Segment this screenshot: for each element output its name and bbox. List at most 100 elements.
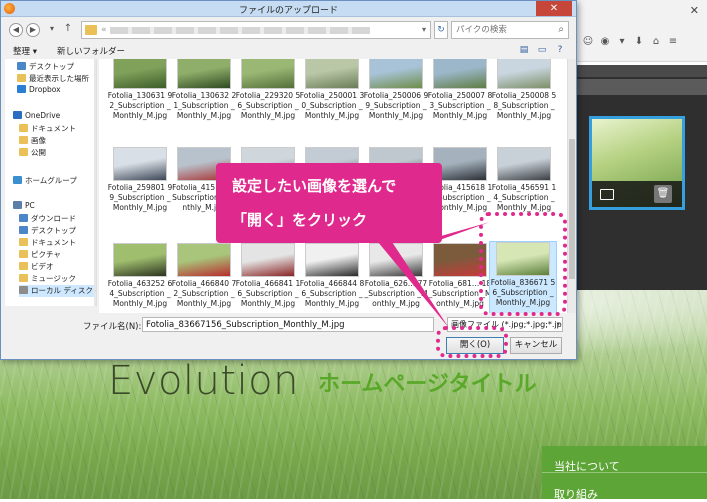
back-arrow-icon[interactable]: ◀ xyxy=(9,23,23,37)
nav-divider xyxy=(542,472,707,473)
file-thumbnail xyxy=(241,243,295,277)
file-item[interactable]: Fotolia_250007 83_Subscription _Monthly_… xyxy=(427,59,492,145)
file-item[interactable]: Fotolia_250008 58_Subscription _Monthly_… xyxy=(491,59,556,145)
scrollbar-thumb[interactable] xyxy=(569,139,575,279)
nav-item[interactable]: ローカル ディスク (C xyxy=(19,285,97,297)
file-item[interactable]: Fotolia_130631 92_Subscription _Monthly_… xyxy=(107,59,172,145)
highlight-selected-file xyxy=(479,212,567,316)
editor-panel-header xyxy=(575,65,707,77)
lock-icon[interactable]: ◉ xyxy=(599,36,611,48)
address-row: ◀ ▶ ▾ ↑ « ▾ ↻ ⌕ xyxy=(1,18,576,42)
menu-icon[interactable]: ≡ xyxy=(667,36,679,48)
file-item[interactable]: Fotolia_250001 30_Subscription _Monthly_… xyxy=(299,59,364,145)
folder-icon xyxy=(19,286,28,294)
nav-item-label: ビデオ xyxy=(31,262,54,271)
address-bar[interactable]: « ▾ xyxy=(81,21,431,39)
browser-close-icon[interactable]: ✕ xyxy=(690,4,699,17)
nav-item[interactable]: Dropbox xyxy=(17,85,94,97)
nav-item-label: ホームグループ xyxy=(25,176,77,185)
nav-item[interactable]: 公開 xyxy=(19,147,94,159)
nav-item-label: ダウンロード xyxy=(31,214,76,223)
preview-actions: 🗑 xyxy=(592,181,682,207)
pocket-icon[interactable]: ▾ xyxy=(616,36,628,48)
nav-item[interactable]: PC xyxy=(13,201,94,213)
up-arrow-icon[interactable]: ↑ xyxy=(61,23,75,37)
folder-icon xyxy=(19,274,28,282)
browser-toolbar: ✕ xyxy=(575,0,707,62)
file-item[interactable]: Fotolia_229320 56_Subscription _Monthly_… xyxy=(235,59,300,145)
highlight-open-button xyxy=(436,326,508,358)
account-icon[interactable]: ☺ xyxy=(582,36,594,48)
nav-item[interactable]: ダウンロード xyxy=(19,213,94,225)
callout-line-1: 設定したい画像を選んで xyxy=(232,177,397,195)
filename-input[interactable] xyxy=(142,317,434,332)
chevron-down-icon[interactable]: ▾ xyxy=(556,318,560,331)
new-folder-button[interactable]: 新しいフォルダー xyxy=(57,45,125,57)
trash-icon[interactable]: 🗑 xyxy=(654,185,672,203)
cancel-button[interactable]: キャンセル xyxy=(510,337,562,354)
nav-item-label: ピクチャ xyxy=(31,250,61,259)
nav-item-label: ローカル ディスク (C xyxy=(31,286,97,295)
nav-item[interactable]: 最近表示した場所 xyxy=(17,73,94,85)
instruction-callout: 設定したい画像を選んで 「開く」をクリック xyxy=(216,163,442,243)
nav-item[interactable]: ビデオ xyxy=(19,261,94,273)
folder-icon xyxy=(17,74,26,82)
file-item[interactable]: Fotolia_250006 99_Subscription _Monthly_… xyxy=(363,59,428,145)
nav-item[interactable]: OneDrive xyxy=(13,111,94,123)
nav-item[interactable]: ドキュメント xyxy=(19,237,94,249)
file-name: Fotolia_130632 21_Subscription _Monthly_… xyxy=(171,91,237,120)
file-item[interactable]: Fotolia_130632 21_Subscription _Monthly_… xyxy=(171,59,236,145)
preview-pane-icon[interactable]: ▭ xyxy=(536,44,548,56)
file-item[interactable]: Fotolia_626… 77_Subscription _Monthly_M.… xyxy=(363,243,427,313)
nav-item[interactable]: 画像 xyxy=(19,135,94,147)
address-prefix: « xyxy=(101,25,107,35)
home-icon[interactable]: ⌂ xyxy=(650,36,662,48)
nav-item-label: 公開 xyxy=(31,148,46,157)
download-icon[interactable]: ⬇ xyxy=(633,36,645,48)
nav-item[interactable]: デスクトップ xyxy=(17,61,94,73)
search-box: ⌕ xyxy=(451,21,569,39)
file-item[interactable]: Fotolia_466841 16_Subscription _Monthly_… xyxy=(235,243,300,313)
dialog-close-button[interactable]: ✕ xyxy=(536,1,572,16)
nav-item-label: Dropbox xyxy=(29,85,61,94)
folder-icon xyxy=(13,176,22,184)
help-icon[interactable]: ? xyxy=(554,44,566,56)
file-item[interactable]: Fotolia_466840 72_Subscription _Monthly_… xyxy=(171,243,236,313)
chevron-down-icon[interactable]: ▾ xyxy=(422,25,426,34)
view-mode-icon[interactable]: ▤ xyxy=(518,44,530,56)
nav-item[interactable]: ミュージック xyxy=(19,273,94,285)
file-name: Fotolia_259801 99_Subscription _Monthly_… xyxy=(107,183,173,212)
file-thumbnail xyxy=(241,59,295,89)
search-icon[interactable]: ⌕ xyxy=(558,24,564,35)
file-list-scrollbar[interactable] xyxy=(567,59,576,313)
organize-button[interactable]: 整理 ▾ xyxy=(13,45,37,57)
file-name: Fotolia_250001 30_Subscription _Monthly_… xyxy=(299,91,365,120)
file-thumbnail xyxy=(433,59,487,89)
file-thumbnail xyxy=(305,59,359,89)
file-name: Fotolia_466840 72_Subscription _Monthly_… xyxy=(171,279,237,308)
refresh-icon[interactable]: ↻ xyxy=(434,21,448,39)
file-item[interactable]: Fotolia_259801 99_Subscription _Monthly_… xyxy=(107,147,172,237)
file-name: Fotolia_456591 14_Subscription _Monthly_… xyxy=(491,183,557,212)
recent-chevron-icon[interactable]: ▾ xyxy=(45,23,59,37)
file-name: Fotolia_463252 64_Subscription _Monthly_… xyxy=(107,279,173,308)
navigation-scrollbar[interactable] xyxy=(94,59,96,306)
folder-icon xyxy=(13,201,22,209)
file-name: Fotolia_466844 86_Subscription _Monthly_… xyxy=(299,279,365,308)
nav-item[interactable]: ホームグループ xyxy=(13,175,94,187)
image-icon[interactable] xyxy=(600,189,614,200)
image-preview[interactable]: 🗑 xyxy=(589,116,685,210)
file-thumbnail xyxy=(113,59,167,89)
nav-item[interactable]: ピクチャ xyxy=(19,249,94,261)
file-item[interactable]: Fotolia_466844 86_Subscription _Monthly_… xyxy=(299,243,364,313)
file-thumbnail xyxy=(177,243,231,277)
nav-item-initiatives[interactable]: 取り組み xyxy=(554,486,598,502)
nav-item[interactable]: ドキュメント xyxy=(19,123,94,135)
file-name: Fotolia_250007 83_Subscription _Monthly_… xyxy=(427,91,493,120)
search-input[interactable] xyxy=(456,24,552,36)
forward-arrow-icon[interactable]: ▶ xyxy=(26,23,40,37)
nav-item[interactable]: デスクトップ xyxy=(19,225,94,237)
folder-icon xyxy=(17,85,26,93)
folder-icon xyxy=(19,238,28,246)
file-item[interactable]: Fotolia_463252 64_Subscription _Monthly_… xyxy=(107,243,172,313)
